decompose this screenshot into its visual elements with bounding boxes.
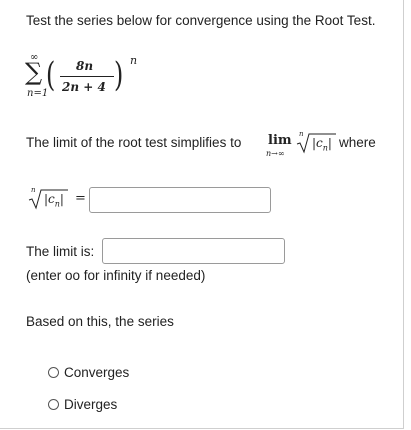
conclusion-text: Based on this, the series xyxy=(26,314,174,329)
series-exponent: n xyxy=(130,54,138,67)
left-paren: ( xyxy=(46,55,56,95)
root-answer-input[interactable] xyxy=(89,187,271,213)
limit-answer-input[interactable] xyxy=(102,238,285,264)
root-expr-radicand-text: |c xyxy=(44,192,55,206)
radicand-text: |c xyxy=(312,136,323,150)
root-expr-radicand: |cn| xyxy=(44,192,64,208)
question-panel: Test the series below for convergence us… xyxy=(0,0,404,429)
infinity-hint: (enter oo for infinity if needed) xyxy=(26,268,206,283)
converges-radio[interactable] xyxy=(48,367,59,378)
fraction-bar xyxy=(60,76,114,77)
lim-operator: lim xyxy=(268,133,292,148)
lim-subscript: n→∞ xyxy=(266,149,285,158)
question-prompt: Test the series below for convergence us… xyxy=(26,13,376,28)
converges-label[interactable]: Converges xyxy=(64,365,129,380)
summation-symbol: ∑ xyxy=(25,58,43,86)
right-paren: ) xyxy=(114,55,124,95)
equals-sign: = xyxy=(75,191,86,206)
limit-sentence-where: where xyxy=(339,135,376,150)
radicand: |cn| xyxy=(312,136,332,152)
fraction-numerator: 8n xyxy=(76,59,94,73)
radicand-close: | xyxy=(327,136,332,150)
limit-label: The limit is: xyxy=(26,244,95,259)
fraction-denominator: 2n + 4 xyxy=(62,80,106,94)
sum-lower-limit: n=1 xyxy=(27,88,49,99)
diverges-radio[interactable] xyxy=(48,399,59,410)
diverges-label[interactable]: Diverges xyxy=(64,397,117,412)
limit-sentence-text: The limit of the root test simplifies to xyxy=(26,135,242,150)
root-expr-radicand-close: | xyxy=(59,192,64,206)
